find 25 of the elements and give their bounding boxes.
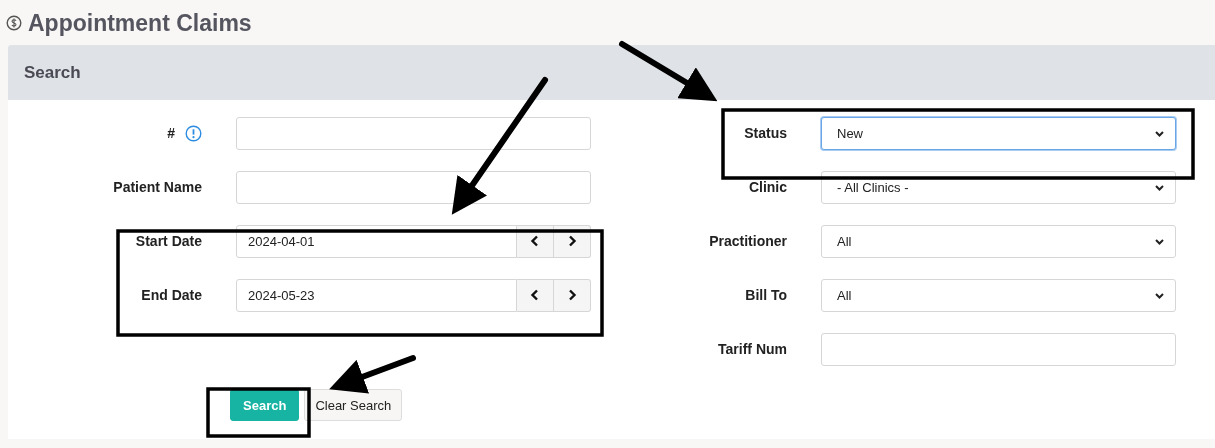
field-label: # [167, 125, 175, 141]
field-label: Patient Name [113, 179, 202, 195]
field-label: Bill To [745, 287, 787, 303]
text-field[interactable] [236, 170, 591, 204]
chevron-left-icon [530, 235, 540, 247]
chevron-right-icon [567, 235, 577, 247]
info-icon[interactable] [185, 124, 202, 142]
field-label: Clinic [748, 179, 787, 195]
dropdown[interactable]: New [821, 116, 1176, 150]
field-label: Tariff Num [718, 341, 787, 357]
dropdown[interactable]: All [821, 278, 1176, 312]
page-title: Appointment Claims [28, 9, 252, 37]
field-label: Practitioner [709, 233, 787, 249]
field-label: Status [744, 125, 787, 141]
field-label: End Date [141, 287, 202, 303]
clear-search-button[interactable]: Clear Search [304, 389, 403, 421]
text-field[interactable] [236, 116, 591, 150]
chevron-left-icon [530, 289, 540, 301]
field-label: Start Date [135, 233, 202, 249]
dollar-circle-icon [6, 15, 22, 31]
text-field[interactable] [821, 332, 1176, 366]
chevron-right-icon [567, 289, 577, 301]
dropdown[interactable]: All [821, 224, 1176, 258]
panel-title: Search [24, 62, 81, 83]
date-field[interactable]: 2024-05-23 [236, 278, 517, 312]
